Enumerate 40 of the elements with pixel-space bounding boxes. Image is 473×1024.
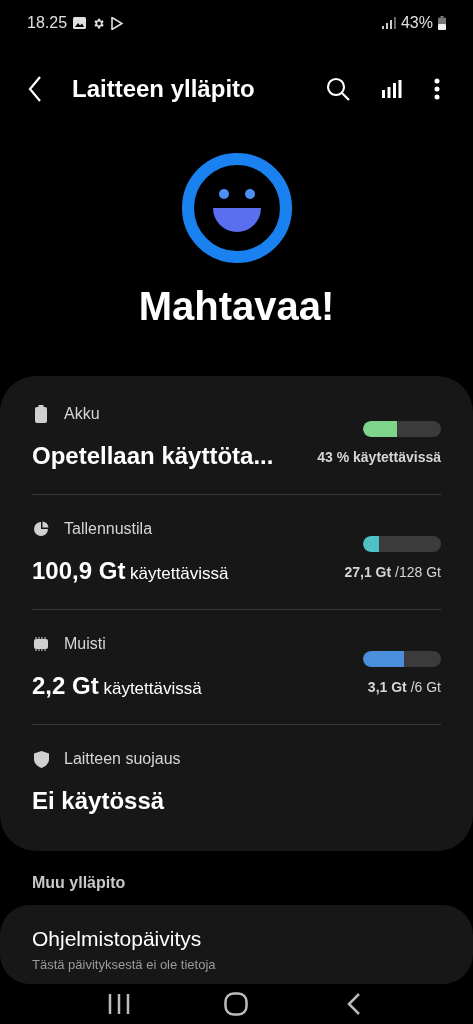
item-value: Ei käytössä <box>32 786 166 816</box>
maintenance-item[interactable]: Akku Opetellaan käyttöta... 43 % käytettävissä <box>32 380 441 494</box>
maintenance-item[interactable]: Muisti 2,2 Gt käytettävissä 3,1 Gt /6 Gt <box>32 610 441 724</box>
search-icon <box>326 77 350 102</box>
maintenance-item[interactable]: Laitteen suojaus Ei käytössä <box>32 725 441 839</box>
battery-percent: 43% <box>400 13 433 34</box>
shield-icon <box>33 750 49 768</box>
pie-chart-icon <box>33 521 49 537</box>
back-icon <box>28 76 42 103</box>
item-label: Muisti <box>64 634 106 654</box>
item-label: Akku <box>64 404 100 424</box>
status-battery-icon <box>438 16 446 31</box>
usage-reading: 3,1 Gt /6 Gt <box>367 677 441 697</box>
item-label: Laitteen suojaus <box>64 749 181 769</box>
gear-icon <box>92 16 106 30</box>
item-value: 2,2 Gt käytettävissä <box>32 671 202 701</box>
home-icon <box>224 992 249 1016</box>
section-heading: Muu ylläpito <box>31 873 127 893</box>
back-icon <box>347 992 362 1016</box>
recents-icon <box>107 993 130 1015</box>
signal-icon <box>381 17 396 30</box>
smiley-icon <box>180 152 293 264</box>
status-time: 18.25 <box>27 13 68 34</box>
item-subtitle: Tästä päivityksestä ei ole tietoja <box>32 955 217 974</box>
item-title: Ohjelmistopäivitys <box>32 926 203 952</box>
item-value: 100,9 Gt käytettävissä <box>32 556 229 586</box>
usage-reading: 43 % käytettävissä <box>317 447 441 467</box>
software-update-item[interactable]: Ohjelmistopäivitys Tästä päivityksestä ei ole tietoja <box>0 905 473 984</box>
more-icon <box>434 78 440 101</box>
maintenance-item[interactable]: Tallennustila 100,9 Gt käytettävissä 27,1 Gt /128 Gt <box>32 495 441 609</box>
bar-chart-icon <box>382 80 402 99</box>
item-value: Opetellaan käyttöta... <box>32 441 274 471</box>
page-title: Laitteen ylläpito <box>72 74 256 105</box>
chip-icon <box>33 636 49 652</box>
usage-reading: 27,1 Gt /128 Gt <box>344 562 441 582</box>
status-headline: Mahtavaa! <box>138 283 335 330</box>
play-store-icon <box>111 16 124 30</box>
item-label: Tallennustila <box>64 519 153 539</box>
image-icon <box>73 17 87 30</box>
battery-icon <box>35 405 47 423</box>
